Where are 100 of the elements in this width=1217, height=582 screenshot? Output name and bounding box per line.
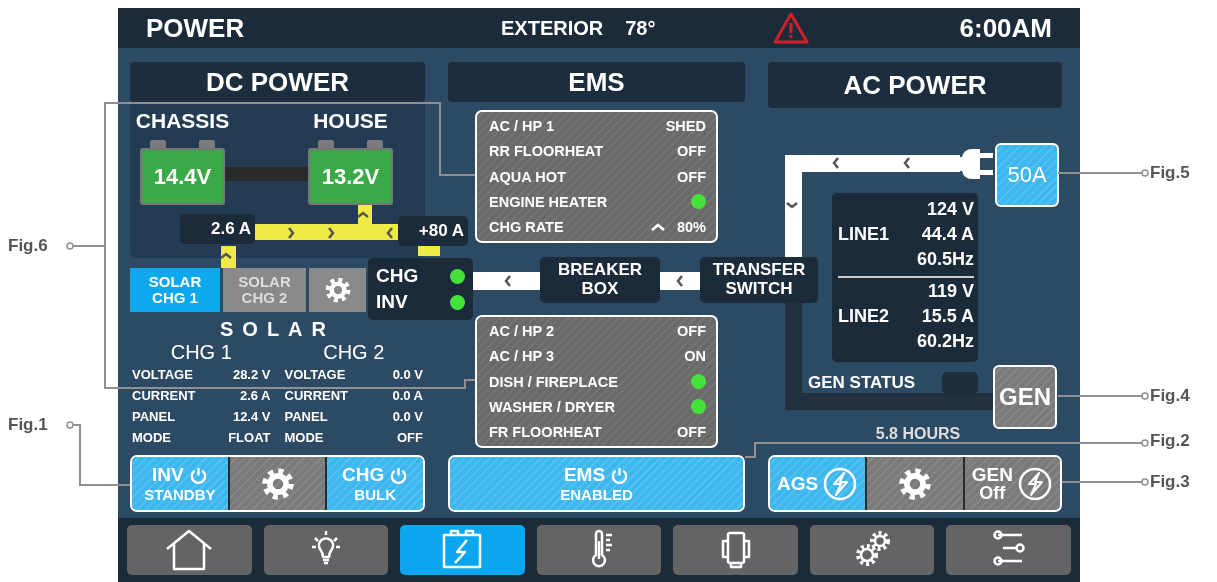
indicator-label: INV (376, 291, 408, 313)
load-name: DISH / FIREPLACE (489, 373, 618, 390)
charger-name: CHG 2 (322, 340, 386, 364)
reading-label: MODE (132, 429, 171, 447)
load-name: AQUA HOT (489, 168, 566, 185)
battery-tab[interactable] (400, 525, 525, 575)
reading-value: 0.0 V (392, 408, 423, 426)
voltage-reading: 119 V (926, 281, 974, 303)
reading-label: VOLTAGE (132, 366, 193, 384)
chevron-icon (327, 226, 335, 240)
chevron-icon (386, 226, 394, 240)
toggle-button[interactable]: AGS (770, 457, 866, 510)
chevron-icon (219, 252, 233, 260)
exterior-label: EXTERIOR (501, 16, 604, 40)
reading-label: CURRENT (132, 387, 196, 405)
shore-power-button[interactable]: 50A (995, 143, 1059, 207)
battery-label: CHASSIS (134, 108, 231, 134)
reading-value: 2.6 A (239, 387, 271, 405)
toggle-button[interactable]: CHG BULK (325, 457, 423, 510)
reading-label: PANEL (132, 408, 176, 426)
settings-button[interactable] (227, 457, 326, 510)
battery-label: HOUSE (312, 108, 389, 134)
current-reading: 44.4 A (920, 224, 974, 246)
chevron-icon (785, 201, 799, 209)
panel-header: DC POWER (130, 62, 425, 102)
power-icon (188, 465, 208, 485)
panel-header: AC POWER (768, 62, 1062, 108)
gen-status-label: GEN STATUS (808, 373, 916, 393)
frequency-reading: 60.2Hz (915, 331, 974, 353)
runtime-reading: 5.8 HOURS (874, 426, 962, 442)
load-name: WASHER / DRYER (489, 398, 615, 415)
toggle-button[interactable]: GEN Off (962, 457, 1060, 510)
load-name: AC / HP 1 (489, 118, 554, 134)
warning-icon[interactable] (773, 12, 809, 44)
current-reading: 2.6 A (180, 214, 255, 244)
chevron-up-icon[interactable] (650, 223, 665, 231)
load-name: ENGINE HEATER (489, 193, 608, 210)
load-name: AC / HP 3 (489, 348, 554, 365)
charger-name: CHG 1 (169, 340, 233, 364)
load-value: SHED (665, 118, 706, 134)
line-name: LINE1 (838, 224, 889, 246)
reading-label: MODE (284, 429, 324, 447)
chevron-icon (356, 211, 370, 219)
generator-tab[interactable] (673, 525, 798, 575)
reading-value: FLOAT (228, 429, 271, 447)
chevron-icon (832, 156, 840, 170)
charge-wire (418, 246, 440, 256)
home-tab[interactable] (127, 525, 252, 575)
figure-label: Fig.5 (1150, 163, 1190, 183)
cable (473, 272, 540, 290)
charge-wire (221, 246, 236, 268)
sliders-tab[interactable] (946, 525, 1072, 575)
lightning-circle-icon (1016, 465, 1053, 502)
chevron-icon (287, 226, 295, 240)
transfer-switch-label: TRANSFER SWITCH (700, 257, 818, 303)
solar-tab[interactable]: SOLAR CHG 2 (223, 268, 306, 312)
current-reading: +80 A (398, 216, 468, 246)
chevron-icon (504, 274, 512, 288)
panel-header: EMS (448, 62, 745, 102)
load-value: OFF (677, 424, 706, 440)
load-name: FR FLOORHEAT (489, 424, 602, 440)
frequency-reading: 60.5Hz (915, 249, 974, 271)
toggle-button[interactable]: INV STANDBY (132, 457, 228, 510)
bulb-tab[interactable] (263, 525, 389, 575)
load-name: CHG RATE (489, 219, 564, 235)
figure-label: Fig.3 (1150, 472, 1190, 492)
figure-label: Fig.4 (1150, 386, 1190, 406)
reading-value: 0.0 V (392, 366, 423, 384)
load-name: RR FLOORHEAT (489, 143, 604, 160)
load-value: ON (684, 348, 706, 365)
reading-value: OFF (397, 429, 423, 447)
solar-tab[interactable]: SOLAR CHG 1 (130, 268, 220, 312)
reading-label: CURRENT (284, 387, 349, 405)
figure-label: Fig.6 (8, 236, 48, 256)
figure-label: Fig.2 (1150, 431, 1190, 451)
generator-button[interactable]: GEN (993, 365, 1057, 429)
exterior-temperature: 78° (625, 16, 656, 40)
load-value: OFF (677, 168, 706, 185)
figure-label: Fig.1 (8, 415, 48, 435)
load-value: OFF (677, 143, 706, 160)
reading-label: VOLTAGE (284, 366, 346, 384)
line-name: LINE2 (838, 306, 889, 328)
lightning-circle-icon (822, 465, 859, 502)
reading-value: 0.0 A (392, 387, 423, 405)
chevron-icon (903, 156, 911, 170)
page-title: POWER (146, 12, 246, 44)
ems-toggle-button[interactable]: EMS ENABLED (450, 457, 743, 510)
section-title: SOLAR (219, 318, 336, 340)
indicator-label: CHG (376, 265, 419, 287)
breaker-box-label: BREAKER BOX (540, 257, 660, 303)
voltage-reading: 124 V (925, 199, 974, 221)
reading-value: 12.4 V (232, 408, 271, 426)
gears-tab[interactable] (809, 525, 935, 575)
thermometer-tab[interactable] (536, 525, 662, 575)
load-name: AC / HP 2 (489, 323, 554, 339)
settings-button[interactable] (865, 457, 963, 510)
load-value: OFF (677, 323, 706, 339)
cable (660, 272, 700, 290)
current-reading: 15.5 A (920, 306, 974, 328)
power-icon (389, 465, 409, 485)
